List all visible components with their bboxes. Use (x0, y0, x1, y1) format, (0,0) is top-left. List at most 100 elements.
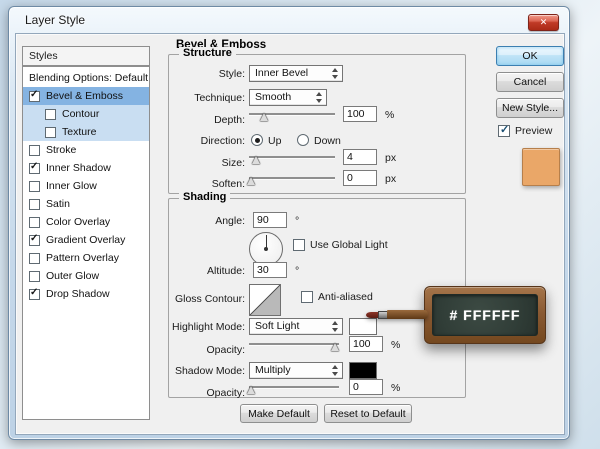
window-title: Layer Style (25, 13, 86, 27)
sidebar-item-color-overlay[interactable]: Color Overlay (23, 213, 149, 231)
new-style-button[interactable]: New Style... (496, 98, 564, 118)
slider-thumb[interactable] (260, 113, 269, 121)
shading-group: Shading Angle: ° Use Global Light Altitu… (168, 191, 466, 399)
slider-track[interactable] (249, 386, 339, 388)
sidebar-item-label: Texture (62, 126, 97, 138)
slider-thumb[interactable] (331, 343, 340, 351)
slider-track[interactable] (249, 343, 339, 345)
depth-input[interactable] (343, 106, 377, 122)
combo-arrows-icon (315, 91, 324, 104)
structure-legend: Structure (179, 47, 236, 59)
shadow-opacity-slider[interactable] (246, 382, 339, 396)
style-dropdown[interactable]: Inner Bevel (249, 65, 343, 82)
highlight-mode-label: Highlight Mode: (172, 321, 245, 333)
shadow-mode-label: Shadow Mode: (174, 365, 245, 377)
sidebar-item-bevel-emboss[interactable]: ✓ Bevel & Emboss (23, 87, 149, 105)
checkbox[interactable]: ✓ (29, 160, 40, 174)
checkbox[interactable]: ✓ (29, 233, 40, 246)
shadow-mode-dropdown[interactable]: Multiply (249, 362, 343, 379)
reset-to-default-button[interactable]: Reset to Default (324, 404, 412, 423)
soften-unit: px (385, 173, 397, 185)
sidebar-item-satin[interactable]: Satin (23, 195, 149, 213)
brush-icon (366, 310, 428, 319)
chalkboard-text: # FFFFFF (449, 307, 521, 323)
checkbox[interactable] (29, 180, 40, 192)
highlight-opacity-slider[interactable] (249, 339, 340, 353)
direction-down-radio[interactable] (297, 134, 309, 146)
check-icon: ✓ (30, 286, 39, 298)
cancel-button[interactable]: Cancel (496, 72, 564, 92)
close-button[interactable]: ✕ (528, 14, 559, 31)
sidebar-item-contour[interactable]: Contour (23, 105, 149, 123)
checkbox[interactable] (45, 108, 56, 120)
checkbox[interactable]: ✓ (29, 286, 40, 300)
soften-input[interactable] (343, 170, 377, 186)
anti-aliased-checkbox[interactable] (301, 291, 313, 303)
direction-up-label: Up (268, 135, 282, 147)
altitude-unit: ° (295, 265, 300, 277)
sidebar-item-stroke[interactable]: Stroke (23, 141, 149, 159)
gloss-contour-thumbnail[interactable] (249, 284, 281, 316)
slider-thumb[interactable] (251, 156, 260, 164)
soften-slider[interactable] (246, 173, 335, 187)
ok-button[interactable]: OK (496, 46, 564, 66)
checkbox[interactable] (29, 144, 40, 156)
angle-label: Angle: (215, 215, 245, 227)
angle-input[interactable] (253, 212, 287, 228)
size-slider[interactable] (249, 152, 335, 166)
sidebar-item-outer-glow[interactable]: Outer Glow (23, 267, 149, 285)
close-icon: ✕ (539, 17, 548, 27)
check-icon: ✓ (30, 160, 39, 172)
chalkboard-callout: # FFFFFF (424, 286, 546, 344)
depth-slider[interactable] (249, 109, 335, 123)
check-icon: ✓ (30, 88, 39, 100)
anti-aliased-label: Anti-aliased (318, 291, 373, 303)
direction-up-radio[interactable] (251, 134, 263, 146)
sidebar-item-label: Contour (62, 108, 100, 120)
shadow-opacity-input[interactable] (349, 379, 383, 395)
use-global-light-checkbox[interactable] (293, 239, 305, 251)
highlight-opacity-input[interactable] (349, 336, 383, 352)
slider-track[interactable] (249, 156, 335, 158)
sidebar-item-inner-glow[interactable]: Inner Glow (23, 177, 149, 195)
size-input[interactable] (343, 149, 377, 165)
sidebar-item-texture[interactable]: Texture (23, 123, 149, 141)
sidebar-item-inner-shadow[interactable]: ✓ Inner Shadow (23, 159, 149, 177)
checkbox[interactable] (29, 270, 40, 282)
sidebar-item-label: Bevel & Emboss (46, 90, 124, 102)
sidebar-item-gradient-overlay[interactable]: ✓ Gradient Overlay (23, 231, 149, 249)
sidebar-item-pattern-overlay[interactable]: Pattern Overlay (23, 249, 149, 267)
angle-dial[interactable] (249, 232, 283, 266)
direction-label: Direction: (200, 135, 245, 147)
slider-track[interactable] (249, 177, 335, 179)
titlebar[interactable]: Layer Style ✕ (9, 7, 569, 33)
checkbox[interactable] (45, 126, 56, 138)
checkbox[interactable]: ✓ (29, 88, 40, 102)
size-unit: px (385, 152, 397, 164)
technique-dropdown[interactable]: Smooth (249, 89, 327, 106)
highlight-color-swatch[interactable] (349, 318, 377, 335)
structure-group: Structure Style: Inner Bevel Technique: … (168, 47, 466, 194)
shadow-mode-value: Multiply (255, 364, 291, 376)
altitude-label: Altitude: (207, 265, 245, 277)
make-default-button[interactable]: Make Default (240, 404, 318, 423)
technique-value: Smooth (255, 91, 292, 103)
altitude-input[interactable] (253, 262, 287, 278)
checkbox[interactable] (29, 198, 40, 210)
preview-checkbox[interactable]: ✓ (498, 124, 510, 137)
sidebar-item-label: Inner Glow (46, 180, 97, 192)
radio-dot (254, 137, 260, 143)
preview-label: Preview (515, 125, 553, 137)
chalkboard-surface: # FFFFFF (432, 294, 538, 336)
shadow-color-swatch[interactable] (349, 362, 377, 379)
slider-thumb[interactable] (246, 386, 255, 394)
checkbox[interactable] (29, 252, 40, 264)
slider-thumb[interactable] (246, 177, 255, 185)
desktop-background: Layer Style ✕ Styles Blending Options: D… (0, 0, 600, 449)
sidebar-item-blending-options[interactable]: Blending Options: Default (23, 69, 149, 87)
checkbox[interactable] (29, 216, 40, 228)
sidebar-item-drop-shadow[interactable]: ✓ Drop Shadow (23, 285, 149, 303)
highlight-mode-dropdown[interactable]: Soft Light (249, 318, 343, 335)
dial-hub (264, 247, 268, 251)
depth-label: Depth: (214, 114, 245, 126)
